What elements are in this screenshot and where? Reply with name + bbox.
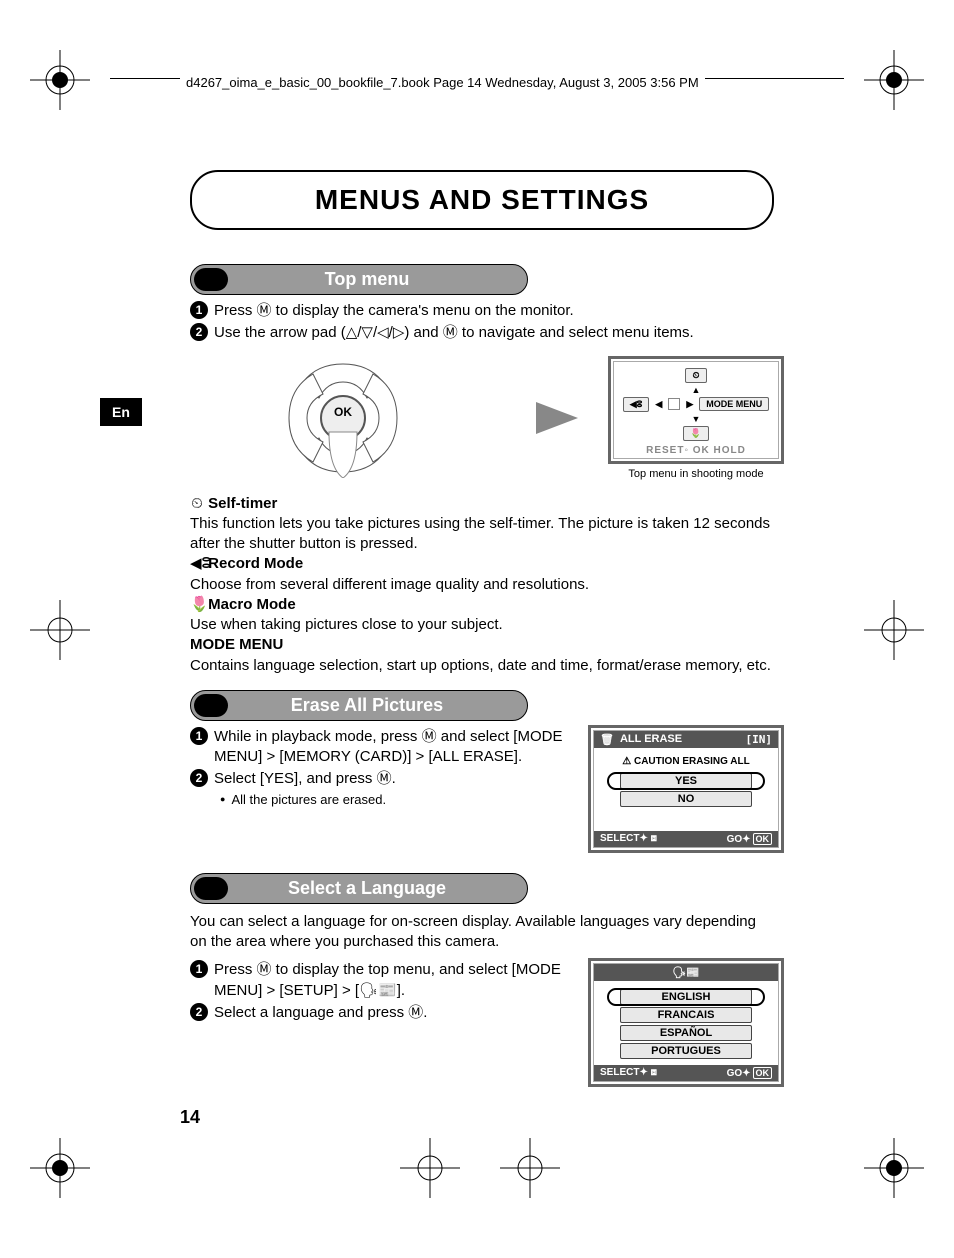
crop-mark-icon (500, 1138, 560, 1198)
step-number-icon: 1 (190, 301, 208, 319)
erase-step-1: 1 While in playback mode, press Ⓜ and se… (190, 727, 574, 768)
section-top-menu: Top menu (190, 264, 528, 295)
lang-opt-0: ENGLISH (620, 989, 752, 1005)
crop-mark-icon (864, 600, 924, 660)
step-number-icon: 2 (190, 769, 208, 787)
step-2: 2 Use the arrow pad (△/▽/◁/▷) and Ⓜ to n… (190, 323, 784, 343)
step-1: 1 Press Ⓜ to display the camera's menu o… (190, 301, 784, 321)
step-number-icon: 2 (190, 323, 208, 341)
step-text: Press Ⓜ to display the camera's menu on … (214, 301, 784, 321)
step-text: Select [YES], and press Ⓜ. (214, 769, 574, 789)
crop-mark-icon (864, 1138, 924, 1198)
lang-step-1: 1 Press Ⓜ to display the top menu, and s… (190, 960, 574, 1001)
lcd-caption: Top menu in shooting mode (608, 468, 784, 480)
section-language: Select a Language (190, 873, 528, 904)
crop-mark-icon (30, 50, 90, 110)
section-erase: Erase All Pictures (190, 690, 528, 721)
crop-mark-icon (30, 600, 90, 660)
main-title: MENUS AND SETTINGS (315, 184, 649, 215)
step-number-icon: 1 (190, 960, 208, 978)
definitions: ⏲ Self-timer This function lets you take… (190, 494, 784, 676)
lcd-language: 🗣📰 ENGLISH FRANCAIS ESPAÑOL PORTUGUES SE… (588, 958, 784, 1087)
lcd-footer-hint: RESET◦ OK HOLD (614, 443, 778, 458)
lcd-option-no: NO (620, 791, 752, 807)
caution-text: ⚠ CAUTION ERASING ALL (600, 756, 772, 767)
step-text: Select a language and press Ⓜ. (214, 1003, 574, 1023)
erase-step-2: 2 Select [YES], and press Ⓜ. (190, 769, 574, 789)
step-text: Press Ⓜ to display the top menu, and sel… (214, 960, 574, 1001)
main-title-box: MENUS AND SETTINGS (190, 170, 774, 230)
trash-icon: 🗑 (600, 733, 614, 746)
lcd-quality-icon: ◀ⵓ (623, 397, 650, 412)
erase-note: All the pictures are erased. (220, 792, 574, 807)
lang-opt-3: PORTUGUES (620, 1043, 752, 1059)
lcd-erase: 🗑 ALL ERASE [IN] ⚠ CAUTION ERASING ALL Y… (588, 725, 784, 853)
step-text: While in playback mode, press Ⓜ and sele… (214, 727, 574, 768)
step-text: Use the arrow pad (△/▽/◁/▷) and Ⓜ to nav… (214, 323, 784, 343)
language-tab: En (100, 398, 142, 426)
crop-mark-icon (400, 1138, 460, 1198)
book-header: d4267_oima_e_basic_00_bookfile_7.book Pa… (180, 75, 705, 90)
arrow-pad-illustration: OK (283, 358, 403, 478)
language-intro: You can select a language for on-screen … (190, 912, 774, 953)
step-number-icon: 1 (190, 727, 208, 745)
lang-step-2: 2 Select a language and press Ⓜ. (190, 1003, 574, 1023)
lcd-top-menu: ⏲ ▲ ◀ⵓ ◀ ▶ MODE MENU ▼ 🌷 (608, 356, 784, 464)
lcd-mode-menu: MODE MENU (699, 397, 769, 411)
crop-mark-icon (30, 1138, 90, 1198)
lang-opt-1: FRANCAIS (620, 1007, 752, 1023)
crop-mark-icon (864, 50, 924, 110)
arrow-right-icon (536, 402, 578, 434)
lang-opt-2: ESPAÑOL (620, 1025, 752, 1041)
svg-text:OK: OK (334, 405, 352, 419)
lcd-option-yes: YES (620, 773, 752, 789)
page-number: 14 (180, 1107, 200, 1128)
step-number-icon: 2 (190, 1003, 208, 1021)
language-icon: 🗣📰 (672, 966, 700, 979)
